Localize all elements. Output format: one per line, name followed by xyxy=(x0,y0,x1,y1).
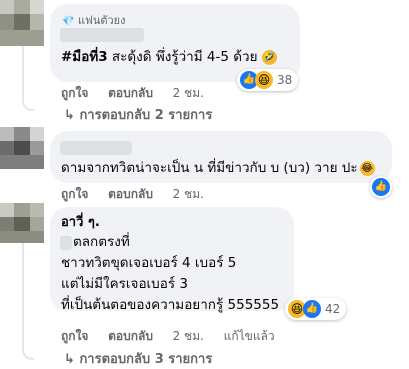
comment-actions: ถูกใจ ตอบกลับ 2 ชม. xyxy=(61,185,204,204)
author-name[interactable] xyxy=(60,28,144,42)
like-button[interactable]: ถูกใจ xyxy=(61,329,88,343)
timestamp[interactable]: 2 ชม. xyxy=(173,187,204,201)
like-reaction-icon: 👍 xyxy=(372,178,390,196)
view-replies-label: การตอบกลับ 3 รายการ xyxy=(79,352,213,367)
edited-label: แก้ไขแล้ว xyxy=(223,329,275,343)
author-name[interactable] xyxy=(60,141,132,155)
mentioned-name[interactable] xyxy=(60,236,72,250)
comment-actions: ถูกใจ ตอบกลับ 2 ชม. xyxy=(61,84,204,103)
comment-body: สะดุ้งดิ พึ่งรู้ว่ามี 4-5 ด้วย xyxy=(107,49,258,65)
fan-badge: 💎 แฟนตัวยง xyxy=(62,11,126,29)
reaction-summary[interactable]: 👍 xyxy=(370,176,392,198)
avatar[interactable] xyxy=(0,203,44,243)
avatar[interactable] xyxy=(0,0,44,46)
hashtag-text[interactable]: #มือที่3 xyxy=(61,49,108,65)
reply-button[interactable]: ตอบกลับ xyxy=(108,187,153,201)
author-name[interactable]: อาวี่ ๆ. xyxy=(61,212,100,233)
comment-line-4: ที่เป็นต้นตอของความอยากรู้ 555555 xyxy=(61,297,280,313)
reaction-count: 42 xyxy=(325,302,341,316)
haha-reaction-icon: 😆 xyxy=(255,71,273,89)
timestamp[interactable]: 2 ชม. xyxy=(173,86,204,100)
reply-button[interactable]: ตอบกลับ xyxy=(108,329,153,343)
reaction-summary[interactable]: 👍 😆 38 xyxy=(237,69,299,91)
like-reaction-icon: 👍 xyxy=(303,300,321,318)
view-replies-link[interactable]: ↳ การตอบกลับ 2 รายการ xyxy=(64,104,212,125)
timestamp[interactable]: 2 ชม. xyxy=(173,329,204,343)
reaction-count: 38 xyxy=(277,73,293,87)
comment-text: #มือที่3 สะดุ้งดิ พึ่งรู้ว่ามี 4-5 ด้วย … xyxy=(61,47,277,68)
reply-button[interactable]: ตอบกลับ xyxy=(108,86,153,100)
reply-arrow-icon: ↳ xyxy=(64,352,75,367)
thread-line xyxy=(22,46,34,111)
reply-arrow-icon: ↳ xyxy=(64,108,75,123)
like-button[interactable]: ถูกใจ xyxy=(61,187,88,201)
gem-icon: 💎 xyxy=(62,16,75,27)
reaction-summary[interactable]: 😆 👍 42 xyxy=(285,298,347,320)
comment-line-2: ชาวทวิตขุดเจอเบอร์ 4 เบอร์ 5 xyxy=(61,255,237,271)
joy-emoji-icon: 😂 xyxy=(359,160,375,176)
comment-line-1: ตลกตรงที่ xyxy=(73,234,130,250)
comment-line-3: แต่ไม่มีใครเจอเบอร์ 3 xyxy=(61,276,188,292)
view-replies-label: การตอบกลับ 2 รายการ xyxy=(79,108,213,123)
view-replies-link[interactable]: ↳ การตอบกลับ 3 รายการ xyxy=(64,348,212,369)
like-button[interactable]: ถูกใจ xyxy=(61,86,88,100)
comment-body: ดามจากทวิตน่าจะเป็น น ที่มีข่าวกับ บ (บว… xyxy=(61,160,358,176)
comment-actions: ถูกใจ ตอบกลับ 2 ชม. แก้ไขแล้ว xyxy=(61,327,275,346)
comment-text: ดามจากทวิตน่าจะเป็น น ที่มีข่าวกับ บ (บว… xyxy=(61,158,375,179)
avatar[interactable] xyxy=(0,127,44,169)
fan-badge-label: แฟนตัวยง xyxy=(77,14,126,27)
thread-line xyxy=(22,243,34,360)
rofl-emoji-icon: 🤣 xyxy=(261,49,277,65)
